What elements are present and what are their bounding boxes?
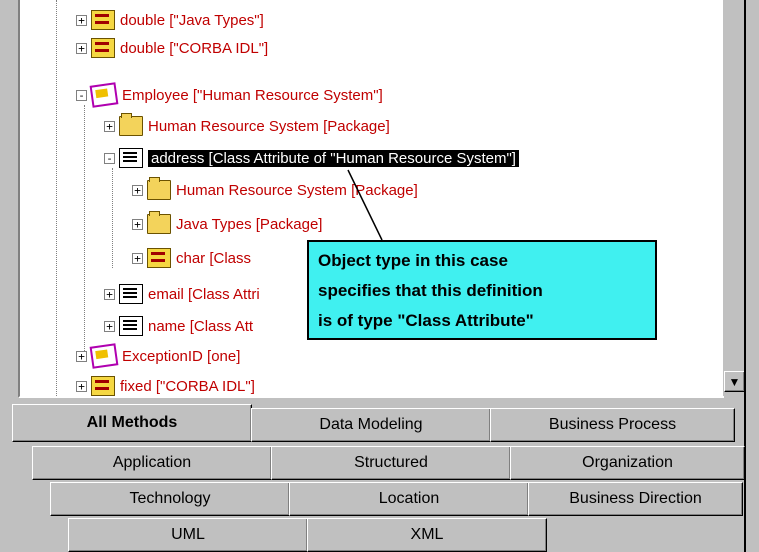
tab-technology[interactable]: Technology	[50, 482, 290, 516]
tree-row-label: Employee ["Human Resource System"]	[122, 86, 383, 104]
class-icon	[91, 38, 115, 58]
tab-label: Business Direction	[569, 490, 702, 507]
tree-row-label: email [Class Attri	[148, 285, 260, 303]
tree-guide-line	[84, 105, 85, 355]
tab-xml[interactable]: XML	[307, 518, 547, 552]
expand-toggle-icon[interactable]: +	[76, 14, 87, 26]
tree-row-label: Java Types [Package]	[176, 215, 323, 233]
tab-label: Location	[378, 490, 440, 507]
tab-structured[interactable]: Structured	[271, 446, 511, 480]
expand-toggle-icon[interactable]: +	[132, 252, 143, 264]
tab-application[interactable]: Application	[32, 446, 272, 480]
tree-row[interactable]: + email [Class Attri	[104, 282, 260, 306]
attribute-icon	[119, 316, 143, 336]
hierarchy-panel: + double ["Java Types"] + double ["CORBA…	[0, 0, 759, 552]
tree-row-label: fixed ["CORBA IDL"]	[120, 377, 255, 395]
class-icon	[91, 376, 115, 396]
panel-edge	[744, 0, 759, 552]
folder-icon	[147, 211, 171, 234]
tree-row[interactable]: + double ["CORBA IDL"]	[76, 36, 268, 60]
collapse-toggle-icon[interactable]: -	[104, 152, 115, 164]
callout-line: specifies that this definition	[318, 281, 543, 300]
annotation-callout: Object type in this case specifies that …	[307, 240, 657, 340]
vertical-scrollbar[interactable]: ▼	[722, 0, 745, 396]
tab-business-process[interactable]: Business Process	[490, 408, 735, 442]
tab-label: Structured	[354, 454, 428, 471]
tree-guide-line	[112, 168, 113, 268]
callout-line: Object type in this case	[318, 251, 508, 270]
tree-row[interactable]: + char [Class	[132, 246, 251, 270]
collapse-toggle-icon[interactable]: -	[76, 89, 87, 101]
tree-row[interactable]: + Human Resource System [Package]	[104, 113, 390, 138]
tree-row[interactable]: + Human Resource System [Package]	[132, 177, 418, 202]
expand-toggle-icon[interactable]: +	[132, 184, 143, 196]
tree-row[interactable]: + Java Types [Package]	[132, 211, 323, 236]
tree-row-label: Human Resource System [Package]	[176, 181, 418, 199]
callout-line: is of type "Class Attribute"	[318, 311, 534, 330]
tree-row-label: Human Resource System [Package]	[148, 117, 390, 135]
expand-toggle-icon[interactable]: +	[104, 320, 115, 332]
tree-row-label: char [Class	[176, 249, 252, 267]
tree-row[interactable]: + fixed ["CORBA IDL"]	[76, 374, 255, 396]
tab-label: Business Process	[548, 416, 677, 433]
tab-uml[interactable]: UML	[68, 518, 308, 552]
tab-data-modeling[interactable]: Data Modeling	[251, 408, 491, 442]
tree-row[interactable]: - Employee ["Human Resource System"]	[76, 82, 383, 108]
tab-location[interactable]: Location	[289, 482, 529, 516]
expand-toggle-icon[interactable]: +	[104, 120, 115, 132]
expand-toggle-icon[interactable]: +	[76, 380, 87, 392]
tree-row[interactable]: + name [Class Att	[104, 314, 253, 338]
attribute-icon	[119, 284, 143, 304]
tree-row[interactable]: + ExceptionID [one]	[76, 343, 241, 369]
tree-row-selected[interactable]: - address [Class Attribute of "Human Res…	[104, 146, 519, 170]
arrow-down-icon: ▼	[728, 374, 741, 389]
expand-toggle-icon[interactable]: +	[76, 42, 87, 54]
tree-row[interactable]: + double ["Java Types"]	[76, 8, 264, 32]
tab-label: All Methods	[86, 414, 178, 431]
tab-label: Technology	[129, 490, 211, 507]
folder-icon	[147, 177, 171, 200]
class-icon	[91, 10, 115, 30]
scroll-down-button[interactable]: ▼	[724, 371, 745, 392]
expand-toggle-icon[interactable]: +	[104, 288, 115, 300]
tree-row-label: double ["Java Types"]	[120, 11, 264, 29]
tab-label: XML	[410, 526, 444, 543]
folder-icon	[119, 113, 143, 136]
tree-row-label: ExceptionID [one]	[122, 347, 241, 365]
tab-all-methods[interactable]: All Methods	[12, 404, 252, 442]
tab-label: Data Modeling	[319, 416, 423, 433]
expand-toggle-icon[interactable]: +	[76, 350, 87, 362]
entity-icon	[89, 82, 119, 108]
tree-row-label: name [Class Att	[148, 317, 254, 335]
entity-icon	[89, 343, 119, 369]
tab-label: Organization	[582, 454, 673, 471]
attribute-icon	[119, 148, 143, 168]
tree-row-label: double ["CORBA IDL"]	[120, 39, 269, 57]
tree-row-label: address [Class Attribute of "Human Resou…	[148, 149, 519, 167]
class-icon	[147, 248, 171, 268]
tab-organization[interactable]: Organization	[510, 446, 745, 480]
tree-guide-line	[56, 0, 57, 396]
tab-label: UML	[171, 526, 205, 543]
expand-toggle-icon[interactable]: +	[132, 218, 143, 230]
tab-business-direction[interactable]: Business Direction	[528, 482, 743, 516]
tab-label: Application	[112, 454, 192, 471]
